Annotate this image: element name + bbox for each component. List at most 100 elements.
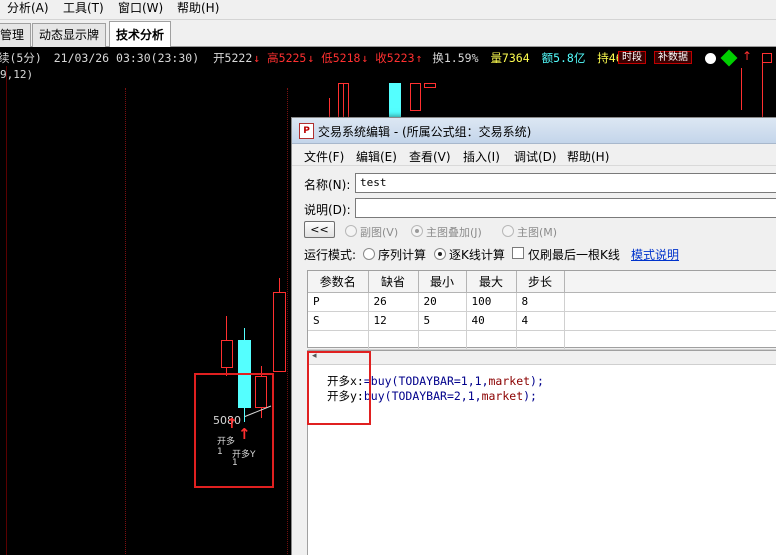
gear-icon[interactable] <box>705 53 716 64</box>
dialog-menu-debug[interactable]: 调试(D) <box>514 148 557 165</box>
run-mode-label: 运行模式: <box>304 248 357 262</box>
candle-wick <box>741 68 742 110</box>
description-label: 说明(D): <box>304 203 351 217</box>
trading-system-editor-dialog: P 交易系统编辑 - (所属公式组：交易系统) 文件(F) 编辑(E) 查看(V… <box>291 117 776 555</box>
per-bar-calc-label: 逐K线计算 <box>449 248 505 262</box>
close-price: 收5223 <box>375 51 415 65</box>
param-cell[interactable]: 20 <box>418 292 467 312</box>
code-keyword: market <box>488 374 531 388</box>
mode-help-link[interactable]: 模式说明 <box>631 246 679 263</box>
down-arrow-icon: ↓ <box>253 51 261 65</box>
candle <box>410 83 421 111</box>
dialog-menu-help[interactable]: 帮助(H) <box>567 148 609 165</box>
period-label: 续(5分) <box>0 51 42 65</box>
param-cell-empty[interactable] <box>418 330 467 350</box>
param-table-header: 参数名 缺省 最小 最大 步长 <box>308 271 776 293</box>
param-cell[interactable]: 100 <box>466 292 517 312</box>
highlight-box-chart <box>194 373 274 488</box>
code-end: ); <box>530 374 544 388</box>
menu-help[interactable]: 帮助(H) <box>177 0 219 20</box>
param-cell[interactable]: 40 <box>466 311 517 331</box>
description-input[interactable] <box>355 198 776 218</box>
low-price: 低5218 <box>321 51 361 65</box>
per-bar-calc-radio[interactable] <box>434 248 446 260</box>
col-header[interactable]: 最小 <box>418 271 467 293</box>
menu-analysis[interactable]: 分析(A) <box>7 0 49 20</box>
code-keyword: market <box>481 389 524 403</box>
col-header[interactable]: 参数名 <box>308 271 369 293</box>
col-header-empty <box>564 271 776 293</box>
down-arrow-icon: ↓ <box>361 51 369 65</box>
col-header[interactable]: 步长 <box>516 271 565 293</box>
date-separator <box>287 88 288 555</box>
dialog-title: 交易系统编辑 - (所属公式组：交易系统) <box>318 125 532 139</box>
main-chart-radio[interactable] <box>502 225 514 237</box>
param-cell-empty[interactable] <box>466 330 517 350</box>
code-cond: TODAYBAR=2,1, <box>391 389 482 403</box>
param-cell[interactable]: P <box>308 292 369 312</box>
param-table: 参数名 缺省 最小 最大 步长 P 26 20 100 8 S 12 5 40 … <box>307 270 776 350</box>
param-cell[interactable]: 8 <box>516 292 565 312</box>
candle <box>424 83 436 88</box>
formula-code-editor[interactable]: ◂ 开多x:=buy(TODAYBAR=1,1,market); 开多y:buy… <box>307 350 776 555</box>
app-icon: P <box>299 123 314 139</box>
tab-technical-analysis[interactable]: 技术分析 <box>109 21 172 47</box>
dialog-menu-bar: 文件(F) 编辑(E) 查看(V) 插入(I) 调试(D) 帮助(H) <box>292 146 776 166</box>
dialog-menu-view[interactable]: 查看(V) <box>409 148 451 165</box>
param-cell[interactable]: 4 <box>516 311 565 331</box>
name-label: 名称(N): <box>304 178 351 192</box>
date-separator <box>125 88 126 555</box>
window-square-icon[interactable] <box>762 53 772 63</box>
dialog-menu-insert[interactable]: 插入(I) <box>463 148 500 165</box>
highlight-box-code <box>307 351 371 425</box>
high-price: 高5225 <box>267 51 307 65</box>
tab-dynamic-display[interactable]: 动态显示牌 <box>32 23 107 47</box>
param-cell[interactable]: S <box>308 311 369 331</box>
param-cell-empty <box>564 311 776 331</box>
editor-ruler: ◂ <box>308 351 776 365</box>
sub-chart-label: 副图(V) <box>360 226 399 239</box>
left-axis-line <box>6 66 7 555</box>
code-cond: TODAYBAR=1,1, <box>398 374 489 388</box>
dialog-menu-edit[interactable]: 编辑(E) <box>356 148 397 165</box>
table-row[interactable]: S 12 5 40 4 <box>308 311 776 331</box>
period-button[interactable]: 时段 <box>618 51 646 64</box>
main-menu-bar: 分析(A) 工具(T) 窗口(W) 帮助(H) <box>0 0 776 20</box>
dialog-menu-file[interactable]: 文件(F) <box>304 148 344 165</box>
supplement-data-button[interactable]: 补数据 <box>654 51 692 64</box>
candle <box>389 83 401 121</box>
sub-chart-radio[interactable] <box>345 225 357 237</box>
down-arrow-icon: ↓ <box>307 51 315 65</box>
menu-tools[interactable]: 工具(T) <box>63 0 104 20</box>
menu-window[interactable]: 窗口(W) <box>118 0 163 20</box>
sequence-calc-label: 序列计算 <box>378 248 427 262</box>
main-overlay-radio[interactable] <box>411 225 423 237</box>
param-cell-empty[interactable] <box>308 330 369 350</box>
param-cell[interactable]: 5 <box>418 311 467 331</box>
amount-label: 额5.8亿 <box>541 51 586 65</box>
param-cell-empty[interactable] <box>368 330 419 350</box>
main-chart-label: 主图(M) <box>517 226 558 239</box>
main-overlay-label: 主图叠加(J) <box>426 226 482 239</box>
param-cell-empty <box>564 292 776 312</box>
open-price: 开5222 <box>213 51 253 65</box>
refresh-last-bar-checkbox[interactable] <box>512 247 524 259</box>
col-header[interactable]: 缺省 <box>368 271 419 293</box>
table-row[interactable]: P 26 20 100 8 <box>308 292 776 312</box>
param-cell[interactable]: 12 <box>368 311 419 331</box>
name-input[interactable]: test <box>355 173 776 193</box>
col-header[interactable]: 最大 <box>466 271 517 293</box>
quote-info-line: 续(5分) 21/03/26 03:30(23:30) 开5222↓ 高5225… <box>0 50 637 66</box>
collapse-button[interactable]: << <box>304 221 335 238</box>
indicator-params: 9,12) <box>0 68 34 81</box>
param-cell-empty <box>564 330 776 350</box>
tab-manage[interactable]: 管理 <box>0 23 32 47</box>
table-row[interactable] <box>308 330 776 350</box>
green-diamond-icon[interactable] <box>720 49 738 67</box>
sequence-calc-radio[interactable] <box>363 248 375 260</box>
param-cell[interactable]: 26 <box>368 292 419 312</box>
datetime-label: 21/03/26 03:30(23:30) <box>53 51 200 65</box>
dialog-titlebar[interactable]: P 交易系统编辑 - (所属公式组：交易系统) <box>292 118 776 144</box>
param-cell-empty[interactable] <box>516 330 565 350</box>
candle <box>221 340 233 368</box>
